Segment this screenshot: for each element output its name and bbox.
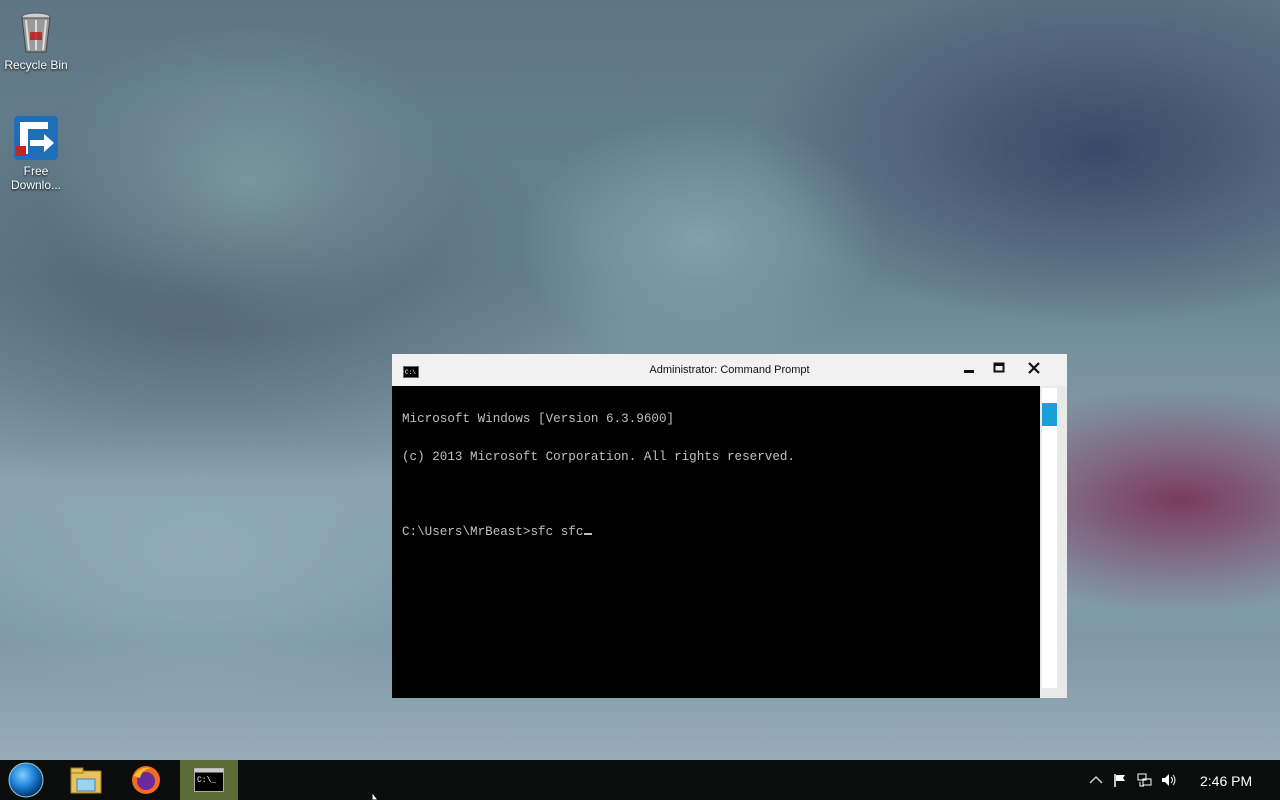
title-bar[interactable]: C:\ Administrator: Command Prompt — [392, 354, 1067, 386]
maximize-button[interactable] — [985, 358, 1013, 378]
console-command: C:\Users\MrBeast>sfc sfc — [402, 524, 584, 539]
taskbar-clock[interactable]: 2:46 PM — [1200, 773, 1252, 789]
network-button[interactable] — [1136, 772, 1154, 788]
taskbar: C:\_ 2:46 PM — [0, 760, 1280, 800]
desktop-icon-recycle-bin[interactable]: Recycle Bin — [4, 8, 68, 72]
console-line: Microsoft Windows [Version 6.3.9600] — [402, 412, 675, 426]
action-center-button[interactable] — [1112, 772, 1128, 788]
volume-button[interactable] — [1160, 772, 1178, 788]
desktop-icon-label: Free Downlo... — [10, 164, 62, 192]
free-download-manager-icon — [12, 114, 60, 162]
text-cursor — [584, 532, 593, 535]
recycle-bin-icon — [12, 8, 60, 56]
close-icon — [1028, 362, 1040, 374]
chevron-up-icon — [1089, 775, 1103, 784]
vertical-scrollbar[interactable] — [1042, 388, 1057, 688]
console-line: (c) 2013 Microsoft Corporation. All righ… — [402, 449, 795, 464]
speaker-icon — [1162, 774, 1176, 786]
svg-text:C:\_: C:\_ — [197, 776, 216, 785]
console-output[interactable]: Microsoft Windows [Version 6.3.9600] (c)… — [392, 386, 1040, 698]
maximize-icon — [993, 362, 1005, 373]
firefox-icon — [132, 766, 160, 794]
taskbar-command-prompt[interactable]: C:\_ — [180, 760, 238, 800]
command-prompt-window[interactable]: C:\ Administrator: Command Prompt Micros… — [392, 354, 1067, 698]
mouse-pointer-icon — [372, 792, 379, 800]
minimize-button[interactable] — [955, 358, 983, 378]
taskbar-firefox[interactable] — [120, 760, 172, 800]
flag-icon — [1114, 774, 1125, 787]
show-hidden-icons-button[interactable] — [1088, 772, 1104, 788]
desktop-icon-label: Recycle Bin — [4, 58, 68, 72]
close-button[interactable] — [1020, 358, 1048, 378]
command-prompt-icon: C:\_ — [194, 768, 224, 792]
desktop-icon-free-download-manager[interactable]: Free Downlo... — [4, 114, 68, 192]
network-icon — [1137, 773, 1152, 787]
console-prompt-line: C:\Users\MrBeast>sfc sfc — [402, 524, 1040, 539]
start-orb-icon — [8, 762, 44, 798]
minimize-icon — [964, 370, 974, 373]
start-button[interactable] — [0, 760, 52, 800]
scrollbar-thumb[interactable] — [1042, 403, 1057, 426]
file-explorer-icon — [70, 767, 102, 794]
taskbar-file-explorer[interactable] — [60, 760, 112, 800]
